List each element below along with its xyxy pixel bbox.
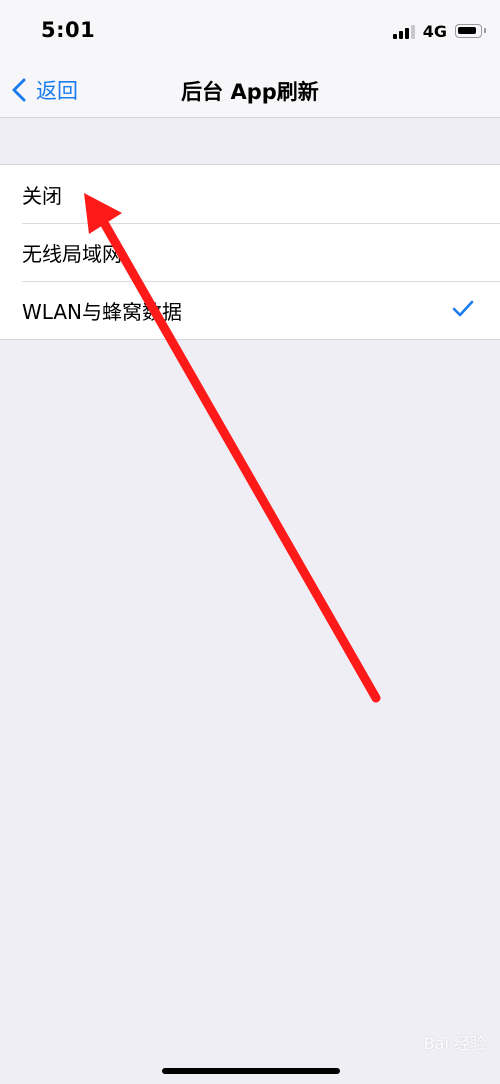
network-type: 4G <box>422 21 447 41</box>
page-title: 后台 App刷新 <box>181 80 319 104</box>
option-wlan[interactable]: 无线局域网 <box>0 223 500 281</box>
option-label: 无线局域网 <box>22 241 122 266</box>
option-wlan-and-cellular[interactable]: WLAN与蜂窝数据 <box>0 281 500 339</box>
home-indicator[interactable] <box>162 1068 340 1074</box>
navigation-bar: 返回 后台 App刷新 <box>0 62 500 118</box>
battery-icon <box>455 24 486 38</box>
watermark: Bai 经验 <box>423 1034 486 1053</box>
option-label: 关闭 <box>22 183 62 208</box>
red-arrow-icon <box>84 193 381 703</box>
option-label: WLAN与蜂窝数据 <box>22 299 183 324</box>
option-off[interactable]: 关闭 <box>0 165 500 223</box>
signal-icon <box>392 23 415 39</box>
status-indicators: 4G <box>392 20 486 42</box>
refresh-options-list: 关闭 无线局域网 WLAN与蜂窝数据 <box>0 164 500 340</box>
status-time: 5:01 <box>41 18 96 42</box>
checkmark-icon <box>452 300 474 317</box>
status-bar: 5:01 4G <box>0 0 500 62</box>
